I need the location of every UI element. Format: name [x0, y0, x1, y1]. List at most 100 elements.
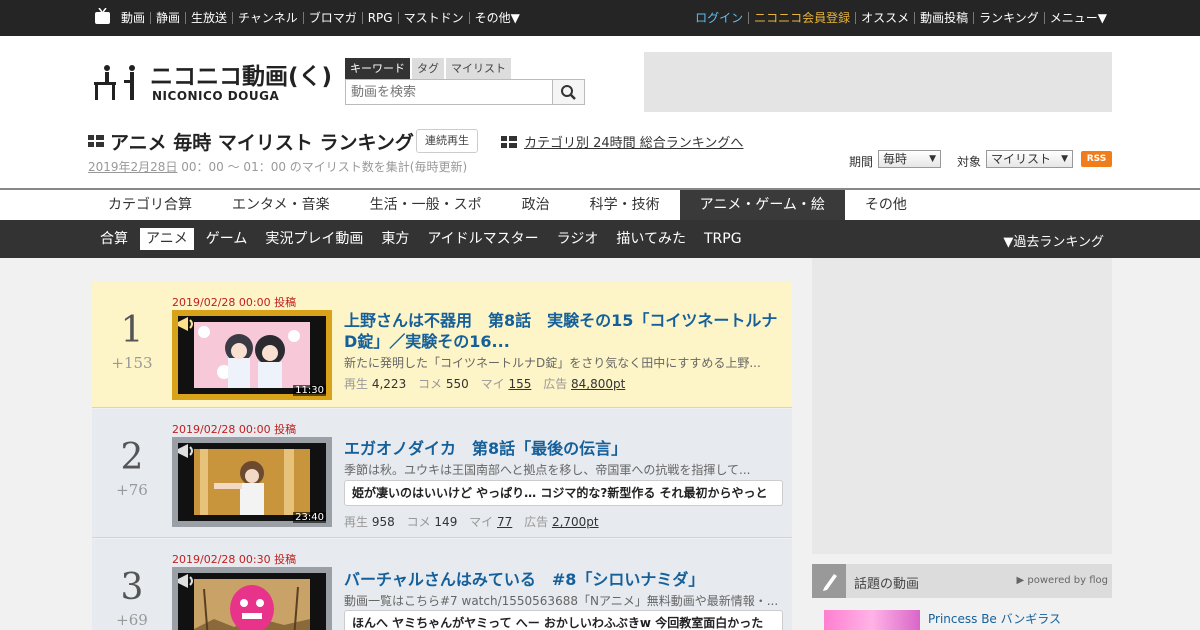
video-stats: 再生 4,223 コメ 550 マイ 155 広告 84,800pt [344, 375, 633, 392]
ranking-item: 2 +76 2019/02/28 00:00 投稿 23:40 エガオノダイカ … [92, 409, 792, 538]
target-label: 対象 [957, 155, 982, 169]
search-input[interactable] [345, 79, 553, 105]
tab-entertainment[interactable]: エンタメ・音楽 [212, 190, 350, 220]
past-ranking-toggle[interactable]: ▼過去ランキング [1003, 231, 1104, 250]
search-tabs: キーワード タグ マイリスト [345, 58, 513, 79]
video-title-link[interactable]: バーチャルさんはみている #8「シロいナミダ」 [344, 569, 786, 590]
tab-life[interactable]: 生活・一般・スポ [350, 190, 502, 220]
subtab-all[interactable]: 合算 [94, 228, 134, 250]
comments-count: 550 [445, 377, 469, 391]
nav-recommend[interactable]: オススメ [856, 12, 916, 24]
subtab-imas[interactable]: アイドルマスター [421, 228, 544, 250]
tab-science[interactable]: 科学・技術 [570, 190, 680, 220]
subtab-lets-play[interactable]: 実況プレイ動画 [259, 228, 369, 250]
topic-video-link[interactable]: Princess Be バンギラス [928, 610, 1061, 627]
nav-other[interactable]: その他▼ [470, 12, 525, 24]
ads-points-link[interactable]: 2,700pt [552, 515, 599, 529]
rank-points: +69 [116, 611, 148, 629]
mylist-count-link[interactable]: 77 [497, 515, 512, 529]
subtab-anime[interactable]: アニメ [140, 228, 194, 250]
rank-number: 2 [120, 437, 144, 478]
nav-upload[interactable]: 動画投稿 [915, 12, 975, 24]
video-title-link[interactable]: 上野さんは不器用 第8話 実験その15「コイツネートルナD錠」／実験その16..… [344, 310, 786, 352]
register-link[interactable]: ニコニコ会員登録 [749, 12, 857, 24]
subtab-game[interactable]: ゲーム [200, 228, 254, 250]
video-title-link[interactable]: エガオノダイカ 第8話「最後の伝言」 [344, 438, 786, 459]
video-thumbnail[interactable]: 11:30 [172, 310, 332, 400]
logo-wordmark-en: NICONICO DOUGA [152, 89, 279, 103]
nav-blomaga[interactable]: ブロマガ [304, 12, 363, 24]
period-label: 期間 [849, 155, 874, 169]
sidebar-ad [812, 258, 1112, 554]
rank-points: +153 [111, 354, 153, 372]
target-select[interactable]: マイリスト ▼ [986, 150, 1073, 168]
video-description: 季節は秋。ユウキは王国南部へと拠点を移し、帝国軍への抗戦を指揮して... [344, 463, 751, 477]
video-description: 動画一覧はこちら#7 watch/1550563688「Nアニメ」無料動画や最新… [344, 594, 779, 608]
ads-label: 広告 [543, 377, 568, 391]
period-dropdown-icon: ▼ [929, 154, 936, 164]
views-label: 再生 [344, 377, 369, 391]
thumbnail-image [194, 322, 310, 388]
mylist-label: マイ [480, 377, 505, 391]
nav-menu[interactable]: メニュー▼ [1045, 12, 1112, 24]
powered-by-flog-link[interactable]: ▶ powered by flog [1017, 575, 1108, 586]
search-button[interactable] [552, 79, 585, 105]
nav-live[interactable]: 生放送 [186, 12, 234, 24]
nav-seiga[interactable]: 静画 [151, 12, 187, 24]
page-title: アニメ 毎時 マイリスト ランキング [110, 132, 414, 154]
search-tab-tag[interactable]: タグ [412, 58, 444, 79]
search-tab-keyword[interactable]: キーワード [345, 58, 410, 79]
mylist-count-link[interactable]: 155 [508, 377, 531, 391]
megaphone-icon [178, 317, 193, 331]
period-select[interactable]: 毎時 ▼ [878, 150, 941, 168]
nav-mastodon[interactable]: マストドン [399, 12, 470, 24]
nav-rpg[interactable]: RPG [363, 12, 399, 24]
subtab-trpg[interactable]: TRPG [698, 228, 748, 250]
ads-label: 広告 [524, 515, 549, 529]
subtab-radio[interactable]: ラジオ [551, 228, 605, 250]
logo-wordmark-jp: ニコニコ動画(く) [150, 64, 332, 90]
login-link[interactable]: ログイン [690, 12, 750, 24]
pen-icon [823, 574, 837, 591]
comments-count: 149 [434, 515, 458, 529]
video-thumbnail[interactable]: 23:40 [172, 437, 332, 527]
subtab-touhou[interactable]: 東方 [375, 228, 415, 250]
megaphone-icon [178, 574, 193, 588]
niconico-tv-icon[interactable] [94, 8, 111, 25]
subtab-drawing[interactable]: 描いてみた [610, 228, 692, 250]
continuous-play-button[interactable]: 連続再生 [416, 129, 478, 153]
niconico-douga-logo[interactable]: ニコニコ動画(く) NICONICO DOUGA [92, 58, 332, 104]
topic-video-thumbnail[interactable] [824, 610, 920, 630]
views-count: 4,223 [371, 377, 407, 391]
global-nav-left: 動画 静画 生放送 チャンネル ブロマガ RPG マストドン その他▼ [116, 0, 525, 36]
global-nav-bar: 動画 静画 生放送 チャンネル ブロマガ RPG マストドン その他▼ ログイン… [0, 0, 1200, 36]
comment-preview: 姫が凄いのはいいけど やっぱり… コジマ的な?新型作る それ最初からやっと [344, 480, 783, 506]
tab-category-all[interactable]: カテゴリ合算 [88, 190, 212, 220]
rss-button[interactable]: RSS [1081, 151, 1112, 167]
views-count: 958 [371, 515, 395, 529]
ads-points-link[interactable]: 84,800pt [571, 377, 625, 391]
tab-other[interactable]: その他 [845, 190, 927, 220]
tab-politics[interactable]: 政治 [502, 190, 570, 220]
topic-icon-box [812, 564, 846, 598]
rank-points: +76 [116, 481, 148, 499]
search-tab-mylist[interactable]: マイリスト [446, 58, 511, 79]
nav-video[interactable]: 動画 [116, 12, 152, 24]
video-length: 23:40 [293, 512, 326, 523]
video-thumbnail[interactable] [172, 567, 332, 630]
ranking-date-link[interactable]: 2019年2月28日 [88, 160, 177, 174]
category-ranking-link[interactable]: カテゴリ別 24時間 総合ランキングへ [524, 132, 743, 151]
target-value: マイリスト [991, 152, 1052, 166]
tab-anime-game[interactable]: アニメ・ゲーム・絵 [679, 190, 845, 220]
ranking-item: 1 +153 2019/02/28 00:00 投稿 11:30 上野さんは不器… [92, 282, 792, 408]
nav-ranking[interactable]: ランキング [974, 12, 1045, 24]
target-dropdown-icon: ▼ [1061, 154, 1068, 164]
ranking-item: 3 +69 2019/02/28 00:30 投稿 バーチャルさんはみている #… [92, 539, 792, 630]
rank-number: 3 [120, 567, 144, 608]
rank-number: 1 [120, 310, 144, 351]
mylist-label: マイ [469, 515, 494, 529]
comments-label: コメ [406, 515, 431, 529]
nav-channel[interactable]: チャンネル [233, 12, 304, 24]
ranking-period-text: 2019年2月28日 00：00 ～ 01：00 のマイリスト数を集計(毎時更新… [88, 158, 467, 175]
ranking-period-desc: 00：00 ～ 01：00 のマイリスト数を集計(毎時更新) [177, 160, 468, 174]
